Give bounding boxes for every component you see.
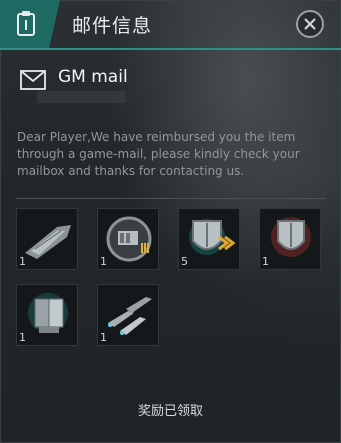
close-button[interactable]: [296, 10, 324, 38]
armor-module-icon: [28, 293, 68, 333]
envelope-icon: [20, 70, 46, 90]
attachment-slot[interactable]: 1: [259, 208, 321, 270]
mail-subject: GM mail: [58, 67, 128, 87]
page-title: 邮件信息: [72, 15, 153, 37]
gunship-badge-icon: [106, 216, 152, 262]
red-shield-icon: [271, 217, 311, 257]
item-count: 5: [181, 255, 188, 268]
item-count: 1: [262, 255, 269, 268]
panel-header: 邮件信息: [0, 0, 341, 50]
attachment-slot[interactable]: 1: [97, 208, 159, 270]
reward-claimed-status: 奖励已领取: [137, 404, 203, 419]
battleship-icon: [25, 225, 71, 259]
attachment-slot[interactable]: 1: [97, 284, 159, 346]
divider: [16, 198, 326, 199]
mail-body: Dear Player,We have reimbursed you the i…: [17, 130, 300, 178]
attachment-slot[interactable]: 1: [16, 208, 78, 270]
attachment-slot[interactable]: 5: [178, 208, 240, 270]
item-count: 1: [19, 331, 26, 344]
mail-detail-panel: 邮件信息 GM mail Dear Player,We have reimbur…: [0, 0, 341, 443]
attachment-slot[interactable]: 1: [16, 284, 78, 346]
sender-redacted: [37, 91, 125, 103]
close-icon: [304, 18, 316, 30]
fighter-squadron-icon: [108, 297, 152, 335]
item-count: 1: [100, 331, 107, 344]
notepad-icon: [17, 11, 35, 36]
shield-chevron-icon: [189, 219, 236, 255]
item-count: 1: [19, 255, 26, 268]
item-count: 1: [100, 255, 107, 268]
